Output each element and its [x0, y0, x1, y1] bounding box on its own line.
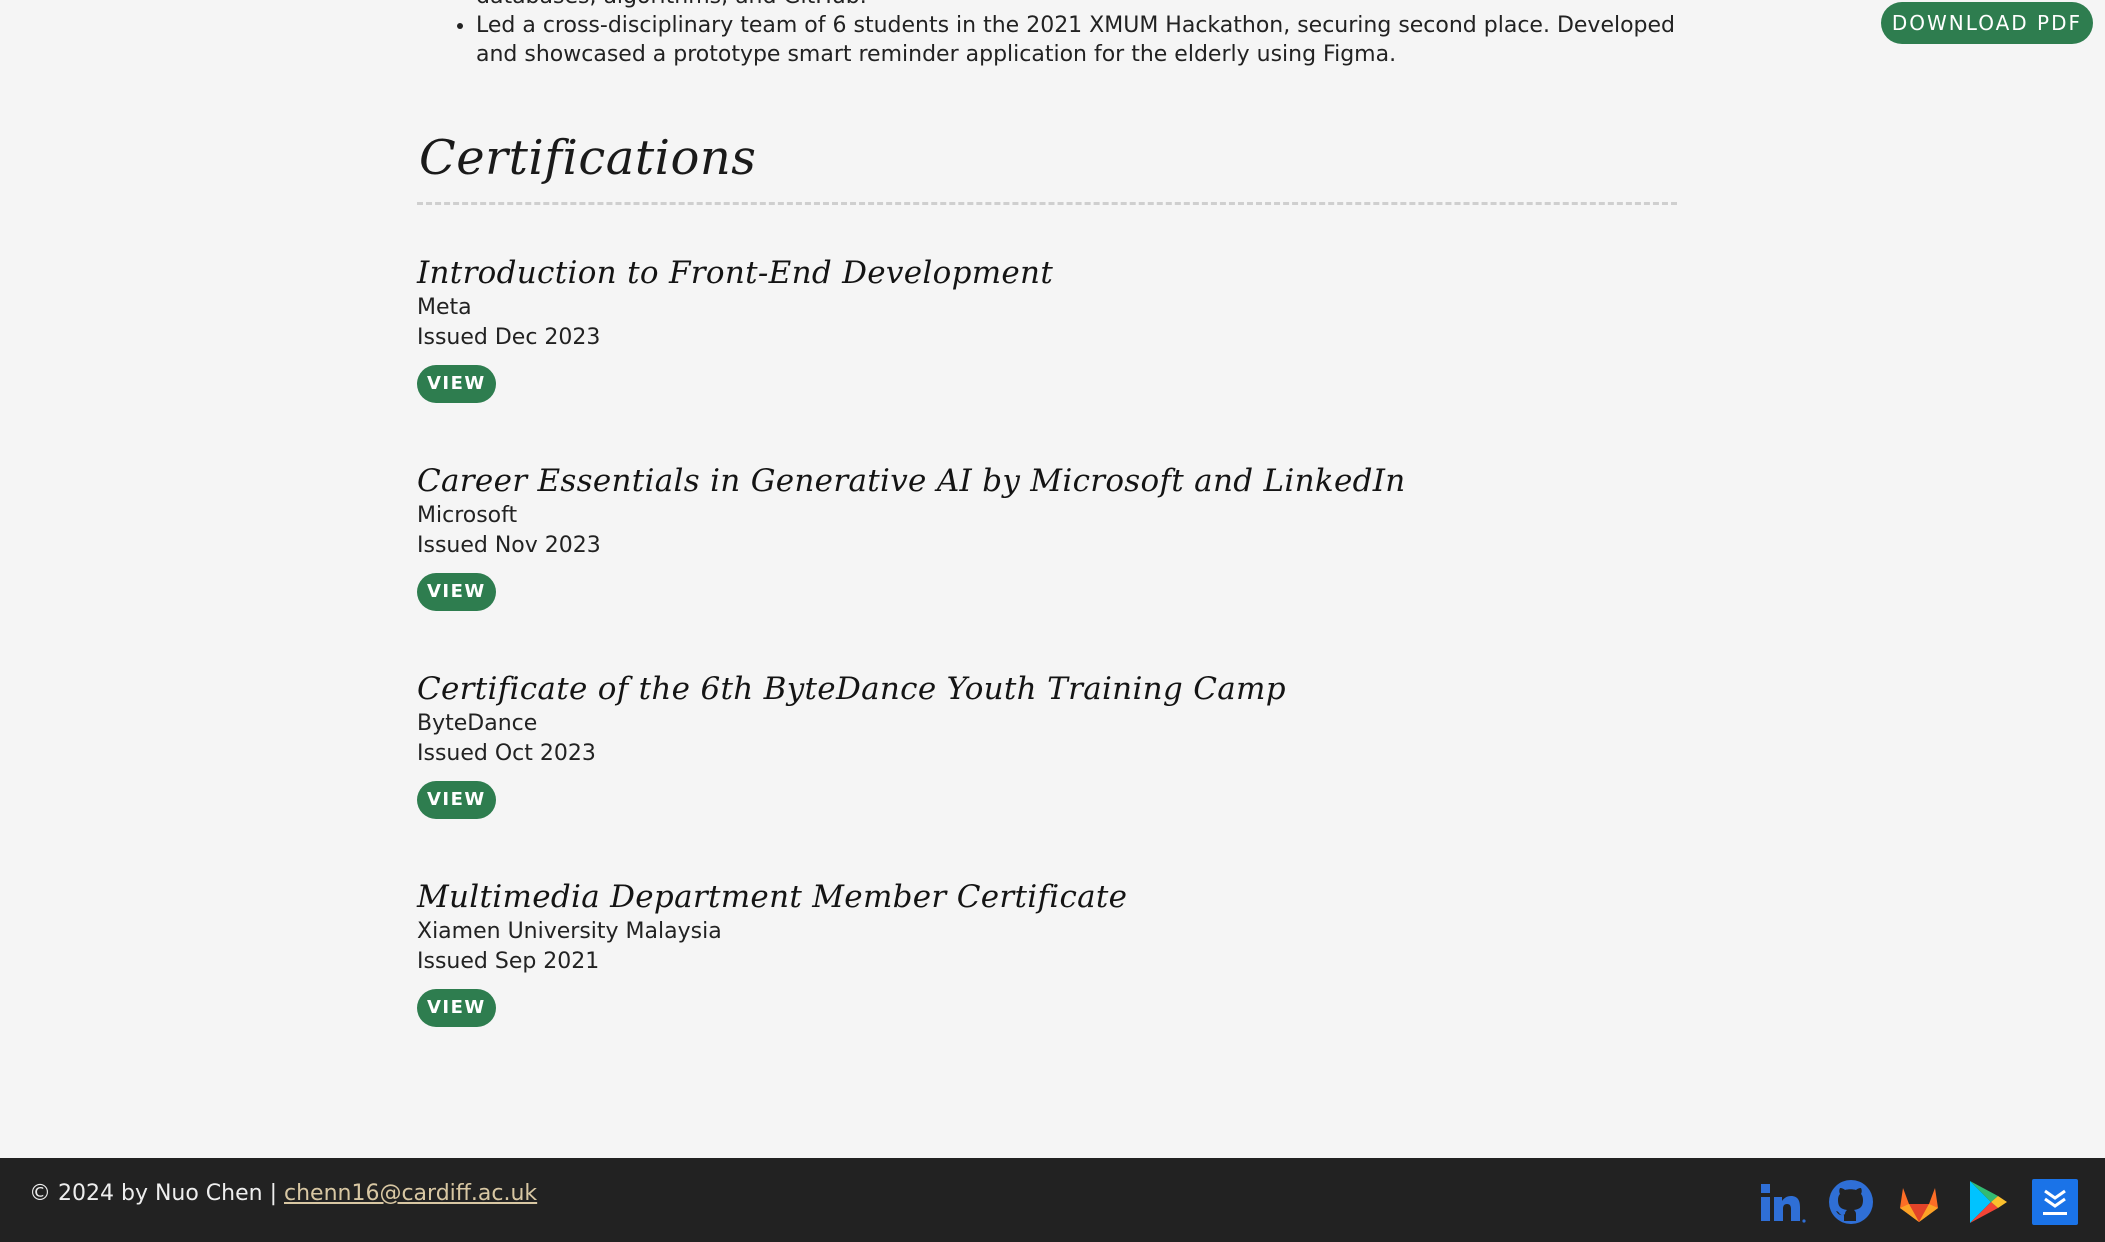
site-footer: © 2024 by Nuo Chen | chenn16@cardiff.ac.… — [0, 1158, 2105, 1242]
download-app-icon[interactable] — [2031, 1178, 2079, 1226]
footer-credits: © 2024 by Nuo Chen | chenn16@cardiff.ac.… — [29, 1158, 537, 1230]
certification-title: Career Essentials in Generative AI by Mi… — [417, 463, 1406, 499]
download-pdf-button[interactable]: DOWNLOAD PDF — [1880, 2, 2093, 44]
certification-issued-date: Issued Dec 2023 — [417, 325, 601, 350]
certification-entry: Introduction to Front-End Development Me… — [417, 253, 1677, 403]
github-icon[interactable] — [1827, 1178, 1875, 1226]
social-links — [1759, 1178, 2079, 1226]
copyright-text: © 2024 by Nuo Chen | — [29, 1181, 277, 1206]
certification-title: Multimedia Department Member Certificate — [417, 879, 1128, 915]
certification-issued-date: Issued Oct 2023 — [417, 741, 596, 766]
google-play-icon[interactable] — [1963, 1178, 2011, 1226]
certification-issuer: Xiamen University Malaysia — [417, 919, 722, 944]
certification-title: Introduction to Front-End Development — [417, 255, 1054, 291]
certification-issuer: Meta — [417, 295, 472, 320]
email-link[interactable]: chenn16@cardiff.ac.uk — [284, 1181, 537, 1206]
gitlab-icon[interactable] — [1895, 1178, 1943, 1226]
linkedin-icon[interactable] — [1759, 1178, 1807, 1226]
view-certificate-button[interactable]: VIEW — [417, 989, 496, 1027]
view-certificate-button[interactable]: VIEW — [417, 573, 496, 611]
certification-entry: Multimedia Department Member Certificate… — [417, 877, 1677, 1027]
certification-issuer: ByteDance — [417, 711, 538, 736]
bullet-item: databases, algorithms, and GitHub. — [476, 0, 1677, 11]
resume-content: databases, algorithms, and GitHub. Led a… — [417, 0, 1677, 1027]
section-divider — [417, 202, 1677, 205]
bullet-item: Led a cross-disciplinary team of 6 stude… — [476, 11, 1677, 69]
view-certificate-button[interactable]: VIEW — [417, 365, 496, 403]
certification-entry: Career Essentials in Generative AI by Mi… — [417, 461, 1677, 611]
certification-issued-date: Issued Nov 2023 — [417, 533, 601, 558]
certification-entry: Certificate of the 6th ByteDance Youth T… — [417, 669, 1677, 819]
certification-issuer: Microsoft — [417, 503, 518, 528]
certification-issued-date: Issued Sep 2021 — [417, 949, 600, 974]
certification-title: Certificate of the 6th ByteDance Youth T… — [417, 671, 1286, 707]
experience-bullets: databases, algorithms, and GitHub. Led a… — [417, 0, 1677, 69]
certifications-heading: Certifications — [419, 130, 757, 186]
view-certificate-button[interactable]: VIEW — [417, 781, 496, 819]
